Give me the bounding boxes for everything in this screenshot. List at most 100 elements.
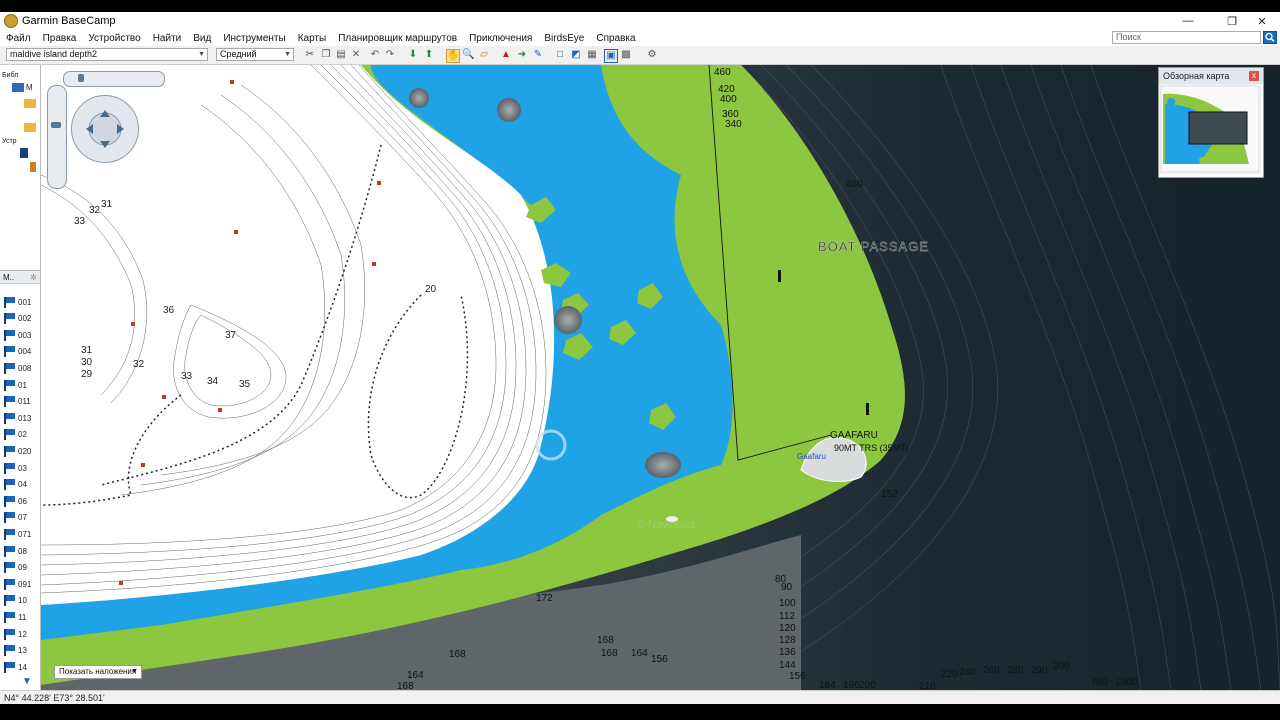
device-sub-item[interactable] xyxy=(0,159,40,175)
waypoint-list-item[interactable]: 02 xyxy=(0,427,40,443)
library-label: Библ xyxy=(2,71,19,79)
waypoint-list-item[interactable]: 001 xyxy=(0,294,40,310)
waypoint-label: 013 xyxy=(18,413,32,423)
zoom-slider[interactable] xyxy=(47,85,67,189)
svg-text:460: 460 xyxy=(846,179,863,190)
menu-file[interactable]: Файл xyxy=(0,33,37,44)
waypoint-list-item[interactable]: 11 xyxy=(0,609,40,625)
waypoint-list-item[interactable]: 04 xyxy=(0,477,40,493)
map-view[interactable]: 33 32 31 36 37 31 32 30 29 33 34 35 20 460 420 40… xyxy=(41,65,1280,690)
svg-text:200: 200 xyxy=(859,680,876,690)
svg-text:184: 184 xyxy=(819,680,836,690)
waypoint-list-item[interactable]: 003 xyxy=(0,327,40,343)
map-detail-select[interactable]: Средний ▼ xyxy=(216,48,294,61)
menu-device[interactable]: Устройство xyxy=(82,33,146,44)
new-route-icon[interactable]: ➜ xyxy=(516,49,528,61)
overview-map-panel[interactable]: Обзорная карта x xyxy=(1158,67,1264,178)
receive-from-device-icon[interactable]: ⬇ xyxy=(407,49,419,61)
undo-icon[interactable]: ↶ xyxy=(369,49,381,61)
svg-text:37: 37 xyxy=(225,330,237,341)
waypoint-list-item[interactable]: 07 xyxy=(0,510,40,526)
waypoint-list-item[interactable]: 020 xyxy=(0,443,40,459)
delete-icon[interactable]: ✕ xyxy=(350,49,362,61)
waypoint-list-item[interactable]: 12 xyxy=(0,626,40,642)
waypoint-list-item[interactable]: 071 xyxy=(0,526,40,542)
measure-tool-icon[interactable]: ▱ xyxy=(478,49,490,61)
profile-icon[interactable]: ⚙ xyxy=(646,49,658,61)
app-window: Garmin BaseCamp — ❐ ✕ Файл Правка Устрой… xyxy=(0,0,1280,720)
redo-icon[interactable]: ↷ xyxy=(384,49,396,61)
svg-text:168: 168 xyxy=(449,649,466,660)
pan-control[interactable] xyxy=(71,95,139,163)
devices-label: Устр xyxy=(2,137,17,145)
waypoint-list-item[interactable]: 091 xyxy=(0,576,40,592)
overview-map-thumbnail[interactable] xyxy=(1159,84,1261,174)
data-overlay-icon[interactable]: ▣ xyxy=(604,49,618,63)
tilt-slider[interactable] xyxy=(63,71,165,87)
send-to-device-icon[interactable]: ⬆ xyxy=(423,49,435,61)
new-track-icon[interactable]: ✎ xyxy=(532,49,544,61)
menu-route-planner[interactable]: Планировщик маршрутов xyxy=(332,33,463,44)
waypoint-flag-icon xyxy=(4,396,16,408)
search-button[interactable] xyxy=(1263,31,1277,44)
menu-adventures[interactable]: Приключения xyxy=(463,33,538,44)
tilt-slider-thumb[interactable] xyxy=(78,74,84,82)
menu-maps[interactable]: Карты xyxy=(292,33,333,44)
overview-map-header: Обзорная карта x xyxy=(1159,68,1263,84)
minimize-button[interactable]: — xyxy=(1170,12,1206,30)
search-icon xyxy=(1265,32,1275,43)
waypoint-list-item[interactable]: 011 xyxy=(0,394,40,410)
waypoint-list-item[interactable]: 03 xyxy=(0,460,40,476)
gear-icon[interactable]: ✲ xyxy=(30,271,37,285)
waypoint-list-item[interactable]: 06 xyxy=(0,493,40,509)
cut-icon[interactable]: ✂ xyxy=(304,49,316,61)
map-options-icon[interactable]: ▩ xyxy=(620,49,632,61)
waypoint-label: 003 xyxy=(18,330,32,340)
menu-find[interactable]: Найти xyxy=(147,33,188,44)
screen-bottom-edge xyxy=(0,704,1280,720)
filter-icon[interactable]: ▼ xyxy=(22,677,34,687)
waypoint-list-item[interactable]: 10 xyxy=(0,593,40,609)
waypoint-flag-icon xyxy=(4,313,16,325)
waypoint-list-item[interactable]: 008 xyxy=(0,360,40,376)
zoom-tool-icon[interactable]: 🔍 xyxy=(462,49,474,61)
waypoint-flag-icon xyxy=(4,611,16,623)
waypoint-list-item[interactable]: 13 xyxy=(0,643,40,659)
waypoint-label: 13 xyxy=(18,646,27,656)
waypoint-list-item[interactable]: 09 xyxy=(0,560,40,576)
my-collection-item[interactable]: М xyxy=(0,79,40,95)
close-button[interactable]: ✕ xyxy=(1244,12,1280,30)
show-overlays-button[interactable]: Показать наложения ▼ xyxy=(54,665,142,679)
menu-edit[interactable]: Правка xyxy=(37,33,83,44)
new-waypoint-icon[interactable]: ▲ xyxy=(500,49,512,61)
waypoint-list-item[interactable]: 004 xyxy=(0,344,40,360)
library-folder[interactable] xyxy=(0,95,40,111)
map-layers-icon[interactable]: ▦ xyxy=(586,49,598,61)
small-islet xyxy=(666,516,678,522)
3d-view-icon[interactable]: ◩ xyxy=(570,49,582,61)
2d-view-icon[interactable]: □ xyxy=(554,49,566,61)
zoom-slider-thumb[interactable] xyxy=(51,122,61,128)
map-product-select[interactable]: maldive island depth2 ▼ xyxy=(6,48,208,61)
overview-close-button[interactable]: x xyxy=(1249,71,1259,81)
hand-tool-icon[interactable]: ✋ xyxy=(446,49,460,63)
nautical-chart[interactable]: 333231 3637 3132 3029 33 34 35 20 46042040… xyxy=(41,65,1280,690)
waypoint-list-item[interactable]: 01 xyxy=(0,377,40,393)
waypoint-list-item[interactable]: 08 xyxy=(0,543,40,559)
copy-icon[interactable]: ❐ xyxy=(320,49,332,61)
svg-text:168: 168 xyxy=(397,681,414,690)
paste-icon[interactable]: ▤ xyxy=(335,49,347,61)
menu-birdseye[interactable]: BirdsEye xyxy=(538,33,590,44)
waypoint-flag-icon xyxy=(4,462,16,474)
waypoint-list-item[interactable]: 013 xyxy=(0,410,40,426)
menu-view[interactable]: Вид xyxy=(187,33,217,44)
library-sidebar: Библ М Устр М.. ✲ 001 002 003 004 008 01 011 01… xyxy=(0,65,41,690)
waypoint-list-item[interactable]: 14 xyxy=(0,659,40,675)
waypoint-flag-icon xyxy=(4,329,16,341)
waypoint-list-item[interactable]: 002 xyxy=(0,311,40,327)
svg-text:32: 32 xyxy=(133,359,145,370)
pan-arrows-icon xyxy=(86,110,124,148)
menu-tools[interactable]: Инструменты xyxy=(217,33,291,44)
search-input[interactable]: Поиск xyxy=(1112,31,1261,44)
menu-help[interactable]: Справка xyxy=(590,33,641,44)
